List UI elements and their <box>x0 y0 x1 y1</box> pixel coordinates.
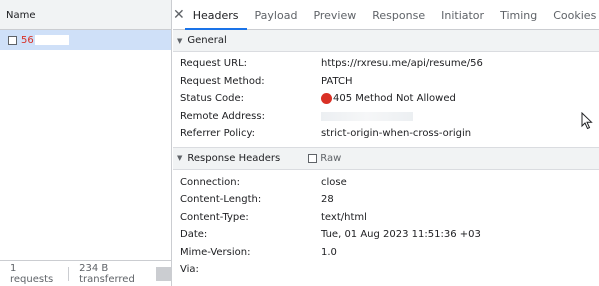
header-key: Connection: <box>180 176 240 188</box>
header-key: Request Method: <box>180 75 265 87</box>
general-title: General <box>187 35 227 46</box>
header-row: Referrer Policy: strict-origin-when-cros… <box>173 125 599 143</box>
general-section: Request URL: https://rxresu.me/api/resum… <box>173 52 599 148</box>
header-row: Remote Address: <box>173 108 599 126</box>
error-status-dot-icon <box>321 93 332 105</box>
status-bar: 1 requests 234 B transferred <box>0 260 172 286</box>
request-name: 56 <box>21 34 34 46</box>
status-code-text: 405 Method Not Allowed <box>333 93 456 105</box>
request-row[interactable]: 56 <box>0 30 171 50</box>
redacted-remote-address <box>321 111 413 121</box>
request-detail-panel: ✕ Headers Payload Preview Response Initi… <box>173 0 599 286</box>
blurred-value <box>321 111 413 121</box>
tab-preview[interactable]: Preview <box>305 0 364 30</box>
name-column-header[interactable]: Name <box>0 0 171 30</box>
close-icon[interactable]: ✕ <box>173 7 185 23</box>
response-headers-title: Response Headers <box>187 152 281 164</box>
response-headers-section-header[interactable]: ▼ Response Headers Raw <box>173 147 599 170</box>
header-row: Request Method: PATCH <box>173 73 599 91</box>
header-key: Status Code: <box>180 93 245 105</box>
header-value: Tue, 01 Aug 2023 11:51:36 +03 <box>321 229 481 241</box>
detail-tabs: ✕ Headers Payload Preview Response Initi… <box>173 0 599 30</box>
header-key: Remote Address: <box>180 110 265 122</box>
header-value: PATCH <box>321 75 353 87</box>
header-row: Request URL: https://rxresu.me/api/resum… <box>173 55 599 73</box>
requests-count: 1 requests <box>10 262 54 285</box>
header-row: Status Code: 405 Method Not Allowed <box>173 90 599 108</box>
header-row: Connection: close <box>173 174 599 192</box>
general-section-header[interactable]: ▼ General <box>173 30 599 52</box>
request-list-panel: Name 56 1 requests 234 B transferred <box>0 0 172 286</box>
status-code-value: 405 Method Not Allowed <box>321 93 456 105</box>
tab-response[interactable]: Response <box>364 0 433 30</box>
collapse-triangle-icon: ▼ <box>177 36 183 45</box>
header-key: Date: <box>180 229 208 241</box>
header-key: Via: <box>180 264 199 276</box>
tab-payload[interactable]: Payload <box>247 0 306 30</box>
collapse-triangle-icon: ▼ <box>177 154 183 162</box>
header-row: Date: Tue, 01 Aug 2023 11:51:36 +03 <box>173 226 599 244</box>
header-key: Content-Type: <box>180 211 249 223</box>
tab-initiator[interactable]: Initiator <box>433 0 492 30</box>
mouse-cursor-icon <box>581 112 593 130</box>
header-value: close <box>321 176 347 188</box>
header-value: strict-origin-when-cross-origin <box>321 128 472 140</box>
status-divider-end <box>156 267 172 281</box>
header-row: Mime-Version: 1.0 <box>173 244 599 262</box>
request-checkbox[interactable] <box>8 35 17 45</box>
header-row: Via: <box>173 261 599 279</box>
header-value: 1.0 <box>321 246 337 258</box>
raw-checkbox[interactable] <box>308 153 318 163</box>
header-row: Content-Length: 28 <box>173 191 599 209</box>
tab-headers[interactable]: Headers <box>184 0 247 30</box>
header-key: Referrer Policy: <box>180 128 255 140</box>
response-headers-section: Connection: close Content-Length: 28 Con… <box>173 170 599 279</box>
header-key: Request URL: <box>180 58 248 70</box>
header-value: text/html <box>321 211 367 223</box>
header-key: Mime-Version: <box>180 246 251 258</box>
header-row: Content-Type: text/html <box>173 209 599 227</box>
header-value: https://rxresu.me/api/resume/56 <box>321 58 483 70</box>
tab-cookies[interactable]: Cookies <box>545 0 599 30</box>
raw-toggle[interactable]: Raw <box>308 153 341 164</box>
redacted-request-name <box>34 35 69 45</box>
tab-timing[interactable]: Timing <box>492 0 545 30</box>
header-key: Content-Length: <box>180 194 262 206</box>
header-value: 28 <box>321 194 334 206</box>
raw-label: Raw <box>320 152 342 164</box>
